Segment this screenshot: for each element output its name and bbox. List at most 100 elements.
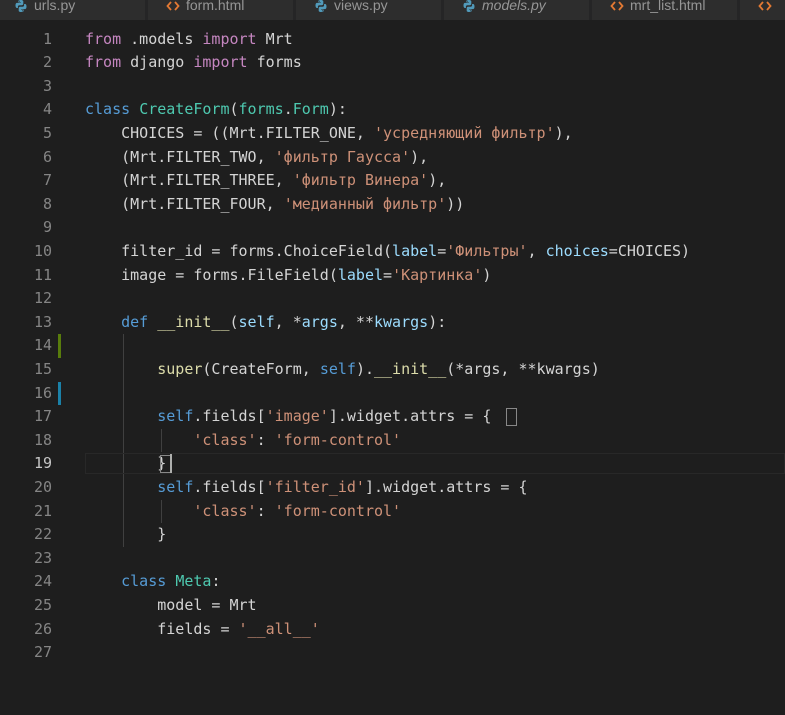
code-token: filter_id = forms.ChoiceField( [85,241,393,260]
code-token: __init__ [157,312,230,331]
code-text: from django import forms [85,51,302,75]
code-token: 'form-control' [274,501,402,520]
line-number: 6 [42,147,52,166]
code-text: } [85,523,166,547]
code-token: ), [554,123,573,142]
code-token: =CHOICES) [608,241,691,260]
code-line[interactable]: 21 'class': 'form-control' [0,500,785,524]
code-line[interactable]: 22 } [0,523,785,547]
code-line[interactable]: 5 CHOICES = ((Mrt.FILTER_ONE, 'усредняющ… [0,122,785,146]
code-line[interactable]: 24 class Meta: [0,570,785,594]
code-line[interactable]: 14 [0,334,785,358]
code-line[interactable]: 17 self.fields['image'].widget.attrs = { [0,405,785,429]
code-token: (*args, **kwargs) [446,359,600,378]
code-editor[interactable]: 1 from .models import Mrt 2 from django imp… [0,20,785,715]
code-line[interactable]: 4 class CreateForm(forms.Form): [0,98,785,122]
code-line[interactable]: 27 [0,641,785,665]
html-icon [166,0,180,13]
code-token: (Mrt.FILTER_TWO, [85,147,275,166]
code-text: 'class': 'form-control' [85,500,401,524]
line-number: 13 [33,312,52,331]
code-text: def __init__(self, *args, **kwargs): [85,311,446,335]
tab-overflow[interactable] [740,0,785,20]
line-number: 15 [33,359,52,378]
code-token: from [85,29,122,48]
code-token: label [337,265,384,284]
code-token: 'фильтр Гаусса' [274,147,411,166]
code-token: super [157,359,203,378]
code-line[interactable]: 16 [0,381,785,406]
code-line[interactable]: 12 [0,287,785,311]
code-line[interactable]: 23 [0,547,785,571]
code-token: } [85,525,167,544]
current-line-highlight [85,453,785,475]
tab-urls-py[interactable]: urls.py [0,0,146,20]
git-modified-marker [58,381,61,406]
code-token: self [157,407,194,426]
code-text: self.fields['image'].widget.attrs = { [85,405,491,429]
code-token: 'Фильтры' [446,241,528,260]
code-line[interactable]: 10 filter_id = forms.ChoiceField(label='… [0,240,785,264]
tab-models-py[interactable]: models.py [444,0,590,20]
code-text: model = Mrt [85,594,257,618]
code-token: model = Mrt [85,595,257,614]
code-token: kwargs [374,312,429,331]
code-line[interactable]: 6 (Mrt.FILTER_TWO, 'фильтр Гаусса'), [0,146,785,170]
line-number: 16 [33,383,52,402]
code-token: .models [121,29,203,48]
code-token: self [319,359,356,378]
code-line[interactable]: 18 'class': 'form-control' [0,429,785,453]
code-token: CHOICES = ((Mrt.FILTER_ONE, [85,123,374,142]
code-line[interactable]: 13 def __init__(self, *args, **kwargs): [0,311,785,335]
tab-label: mrt_list.html [630,0,706,13]
line-number: 12 [33,289,52,308]
code-token: ), [410,147,429,166]
code-token: (Mrt.FILTER_FOUR, [85,194,284,213]
code-token: self [157,477,194,496]
code-line[interactable]: 8 (Mrt.FILTER_FOUR, 'медианный фильтр')) [0,193,785,217]
code-line[interactable]: 7 (Mrt.FILTER_THREE, 'фильтр Винера'), [0,169,785,193]
code-token: from [85,53,122,72]
code-token: 'class' [193,430,257,449]
line-number: 1 [42,29,52,48]
code-line[interactable]: 11 image = forms.FileField(label='Картин… [0,264,785,288]
tab-form-html[interactable]: form.html [148,0,294,20]
code-line[interactable]: 25 model = Mrt [0,594,785,618]
code-line[interactable]: 15 super(CreateForm, self).__init__(*arg… [0,358,785,382]
code-token: (CreateForm, [202,359,320,378]
code-text: self.fields['filter_id'].widget.attrs = … [85,476,528,500]
code-text: } [85,452,166,476]
code-token: ].widget.attrs = { [364,477,528,496]
code-line[interactable]: 19 } [0,452,785,476]
code-token: args [301,312,338,331]
code-line[interactable]: 1 from .models import Mrt [0,28,785,52]
code-token: ( [229,100,239,119]
code-line[interactable]: 9 [0,216,785,240]
code-token: image = forms.FileField( [85,265,338,284]
code-line[interactable]: 3 [0,75,785,99]
code-token: ): [428,312,447,331]
code-token: 'form-control' [274,430,402,449]
code-token: class [85,100,131,119]
tab-mrt-list-html[interactable]: mrt_list.html [592,0,738,20]
code-token: ) [482,265,492,284]
python-icon [314,0,328,13]
code-token: 'filter_id' [265,477,365,496]
html-icon [758,0,772,13]
code-token: ): [328,100,347,119]
code-token: ( [229,312,239,331]
code-line[interactable]: 26 fields = '__all__' [0,618,785,642]
html-icon [610,0,624,13]
tab-views-py[interactable]: views.py [296,0,442,20]
code-token: 'Картинка' [392,265,483,284]
line-number: 27 [33,643,52,662]
code-line[interactable]: 2 from django import forms [0,51,785,75]
code-token: self [238,312,275,331]
code-token: (Mrt.FILTER_THREE, [85,171,293,190]
code-line[interactable]: 20 self.fields['filter_id'].widget.attrs… [0,476,785,500]
code-token: forms [247,53,302,72]
